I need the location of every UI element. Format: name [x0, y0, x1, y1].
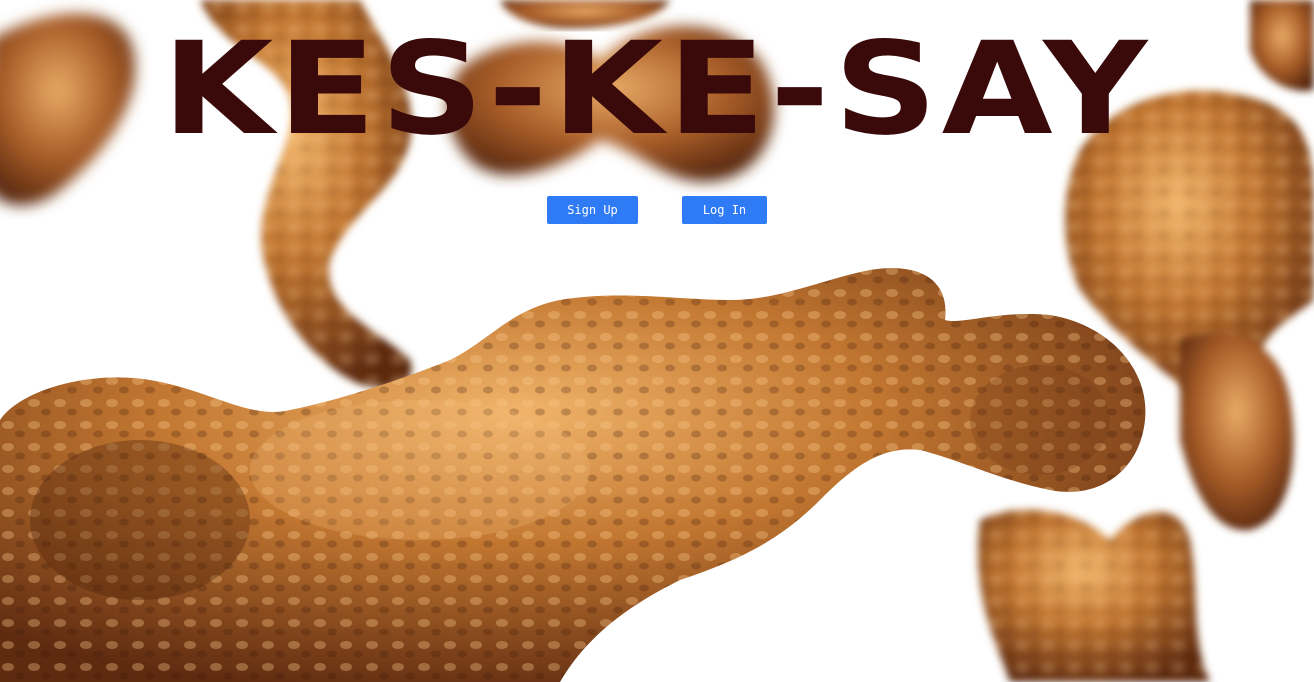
ginger-piece-bottom-right: [977, 509, 1210, 682]
sign-up-button[interactable]: Sign Up: [547, 196, 638, 224]
log-in-button[interactable]: Log In: [682, 196, 767, 224]
page-title: KES-KE-SAY: [162, 15, 1152, 164]
landing-page: KES-KE-SAY Sign Up Log In: [0, 0, 1314, 682]
ginger-piece-right-lower: [1180, 332, 1294, 531]
ginger-piece-main: [0, 268, 1146, 682]
